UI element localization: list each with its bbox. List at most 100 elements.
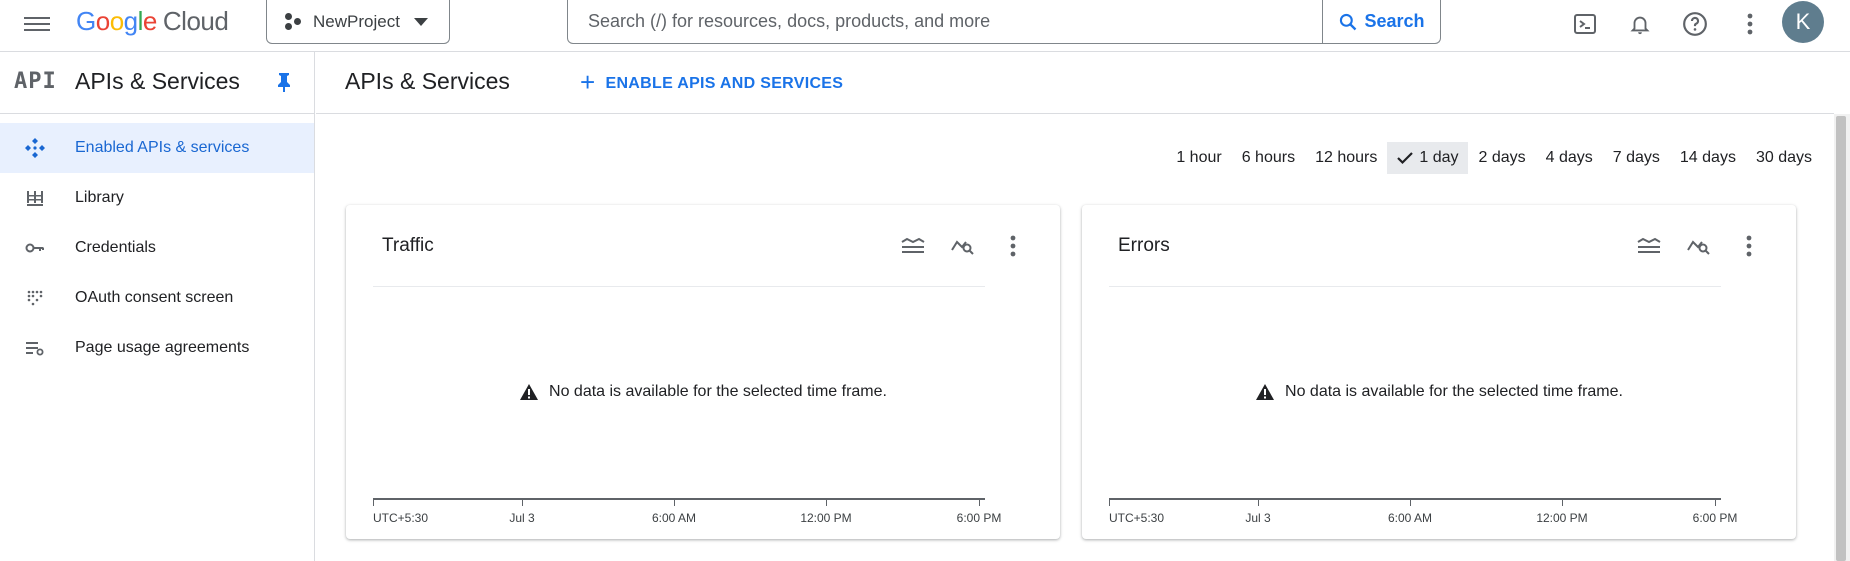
search-input[interactable] (568, 0, 1322, 43)
main-header: APIs & Services + ENABLE APIS AND SERVIC… (316, 52, 1834, 114)
oauth-consent-icon (0, 290, 75, 306)
check-icon (1397, 152, 1414, 165)
axis-tick (1258, 500, 1259, 506)
sidebar-item-label: Library (75, 189, 124, 206)
google-cloud-logo[interactable]: Google Cloud (76, 6, 229, 37)
scrollbar-thumb[interactable] (1836, 116, 1846, 561)
sidebar-item-label: Page usage agreements (75, 339, 250, 356)
sidebar-item-credentials[interactable]: Credentials (0, 223, 314, 273)
axis-tick (979, 500, 980, 506)
logo-letter: e (142, 6, 157, 36)
sidebar-item-enabled-apis[interactable]: Enabled APIs & services (0, 123, 314, 173)
sidebar: API APIs & Services Enabled APIs & servi… (0, 52, 315, 561)
warning-icon (520, 384, 539, 400)
help-icon[interactable] (1680, 9, 1710, 39)
search-button-label: Search (1364, 11, 1425, 31)
sidebar-item-label: Credentials (75, 239, 156, 256)
more-vert-icon[interactable] (1724, 231, 1774, 261)
time-range-7-days[interactable]: 7 days (1603, 142, 1670, 174)
errors-card: Errors No data is available for the sele… (1082, 205, 1796, 539)
axis-tick (1715, 500, 1716, 506)
explore-chart-icon[interactable] (1674, 231, 1724, 261)
time-range-label: 30 days (1755, 149, 1812, 166)
avatar[interactable]: K (1782, 1, 1824, 43)
axis-tick (522, 500, 523, 506)
logo-letter: o (95, 6, 110, 36)
axis-tick (1562, 500, 1563, 506)
menu-icon[interactable] (24, 13, 50, 33)
plus-icon: + (580, 67, 596, 97)
top-bar: GoogleCloud NewProject Search K (0, 0, 1850, 52)
pin-icon[interactable] (276, 72, 292, 97)
x-axis (373, 498, 985, 500)
project-icon (283, 12, 303, 31)
main-content: APIs & Services + ENABLE APIS AND SERVIC… (316, 52, 1834, 561)
api-logo: API (14, 69, 57, 94)
chevron-down-icon (413, 17, 428, 26)
axis-tick (373, 500, 374, 506)
time-range-label: 12 hours (1315, 149, 1378, 166)
axis-label: 6:00 AM (1387, 511, 1433, 525)
axis-tick (674, 500, 675, 506)
sidebar-item-label: Enabled APIs & services (75, 139, 250, 156)
logo-letter: o (109, 6, 124, 36)
sidebar-item-oauth-consent[interactable]: OAuth consent screen (0, 273, 314, 323)
enable-apis-button[interactable]: + ENABLE APIS AND SERVICES (580, 67, 843, 98)
time-range-selector: 1 hour 6 hours 12 hours 1 day 2 days 4 d… (1166, 142, 1822, 174)
notifications-icon[interactable] (1625, 9, 1655, 39)
more-vert-icon[interactable] (988, 231, 1038, 261)
x-axis (1109, 498, 1721, 500)
axis-label: UTC+5:30 (1109, 511, 1165, 525)
time-range-14-days[interactable]: 14 days (1670, 142, 1746, 174)
time-range-30-days[interactable]: 30 days (1746, 142, 1822, 174)
more-vert-icon[interactable] (1735, 9, 1765, 39)
time-range-2-days[interactable]: 2 days (1468, 142, 1535, 174)
page-title: APIs & Services (345, 68, 510, 94)
library-icon (0, 189, 75, 207)
legend-toggle-icon[interactable] (1624, 231, 1674, 261)
time-range-1-hour[interactable]: 1 hour (1166, 142, 1231, 174)
cloud-shell-icon[interactable] (1570, 9, 1600, 39)
time-range-12-hours[interactable]: 12 hours (1305, 142, 1387, 174)
card-toolbar (1624, 231, 1774, 261)
axis-label: 6:00 PM (1692, 511, 1738, 525)
no-data-message: No data is available for the selected ti… (346, 383, 1060, 401)
project-name: NewProject (313, 11, 400, 31)
time-range-label: 4 days (1545, 149, 1593, 166)
sidebar-item-page-usage[interactable]: Page usage agreements (0, 323, 314, 373)
search-bar: Search (567, 0, 1441, 44)
axis-tick (1109, 500, 1110, 506)
axis-label: Jul 3 (1245, 511, 1271, 525)
no-data-text: No data is available for the selected ti… (1285, 383, 1623, 400)
sidebar-item-library[interactable]: Library (0, 173, 314, 223)
time-range-label: 7 days (1612, 149, 1660, 166)
card-title: Traffic (382, 235, 434, 256)
settings-list-icon (0, 340, 75, 356)
search-icon (1340, 13, 1357, 30)
explore-chart-icon[interactable] (938, 231, 988, 261)
sidebar-header: API APIs & Services (0, 52, 314, 114)
project-picker-button[interactable]: NewProject (266, 0, 450, 44)
time-range-6-hours[interactable]: 6 hours (1232, 142, 1305, 174)
time-range-4-days[interactable]: 4 days (1536, 142, 1603, 174)
warning-icon (1256, 384, 1275, 400)
card-toolbar (888, 231, 1038, 261)
time-range-label: 1 hour (1176, 149, 1222, 166)
time-range-label: 14 days (1679, 149, 1736, 166)
sidebar-item-label: OAuth consent screen (75, 289, 234, 306)
time-range-label: 1 day (1419, 149, 1459, 166)
axis-label: 12:00 PM (1536, 511, 1588, 525)
search-button[interactable]: Search (1322, 0, 1440, 43)
time-range-1-day[interactable]: 1 day (1387, 142, 1469, 174)
axis-label: Jul 3 (509, 511, 535, 525)
logo-letter: G (76, 6, 96, 36)
sidebar-nav: Enabled APIs & services Library Credenti… (0, 114, 314, 373)
axis-label: 6:00 PM (956, 511, 1002, 525)
card-divider (373, 286, 985, 287)
legend-toggle-icon[interactable] (888, 231, 938, 261)
time-range-label: 2 days (1478, 149, 1526, 166)
traffic-card: Traffic No data is available for the sel… (346, 205, 1060, 539)
sidebar-title: APIs & Services (75, 68, 240, 94)
logo-cloud-text: Cloud (162, 6, 229, 36)
key-icon (0, 242, 75, 254)
